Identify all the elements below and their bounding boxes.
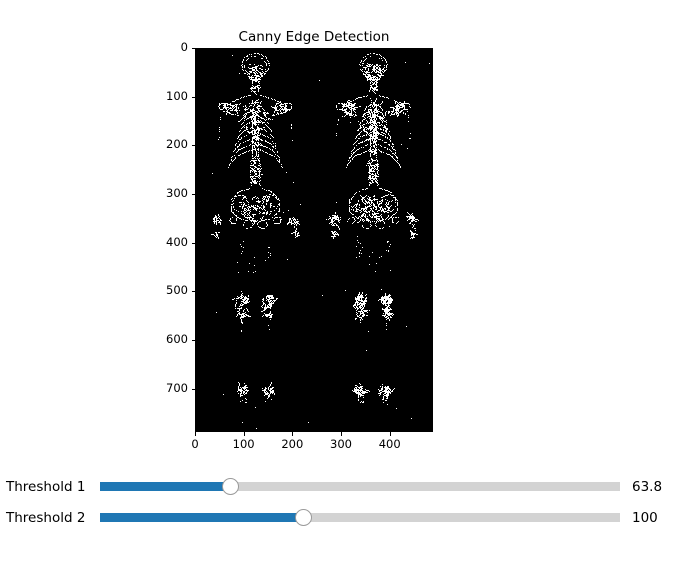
- page-title: Canny Edge Detection: [238, 29, 390, 45]
- x-tick-label: 100: [232, 437, 255, 451]
- slider-track-threshold-2[interactable]: [100, 508, 620, 526]
- y-tick-mark: [191, 194, 195, 195]
- x-tick-label: 400: [378, 437, 401, 451]
- y-tick-label: 0: [180, 40, 188, 54]
- y-tick-mark: [191, 145, 195, 147]
- x-tick-label: 300: [330, 437, 352, 451]
- slider-row-threshold-2: Threshold 2 100: [0, 505, 675, 531]
- slider-handle-threshold-2[interactable]: [295, 508, 313, 526]
- y-tick-mark: [191, 96, 195, 98]
- slider-fill-threshold-2: [100, 513, 304, 522]
- slider-fill-threshold-1: [100, 482, 231, 491]
- x-tick-mark: [341, 432, 342, 436]
- y-tick-label: 700: [166, 380, 188, 395]
- x-tick-mark: [243, 432, 245, 436]
- slider-row-threshold-1: Threshold 1 63.8: [0, 474, 675, 500]
- y-tick-label: 400: [166, 234, 188, 249]
- x-tick-mark: [195, 432, 196, 436]
- y-tick-label: 300: [166, 186, 188, 200]
- y-tick-mark: [191, 388, 195, 390]
- slider-value-threshold-2: 100: [632, 510, 658, 526]
- edge-detection-image[interactable]: [195, 48, 433, 432]
- x-tick-mark: [292, 432, 294, 436]
- y-tick-mark: [191, 340, 195, 341]
- x-tick-label: 200: [281, 437, 304, 451]
- slider-label-threshold-2: Threshold 2: [6, 510, 86, 526]
- x-tick-mark: [389, 432, 391, 436]
- matplotlib-figure: Canny Edge Detection 0 100 200 300 400 500 600…: [0, 0, 675, 470]
- y-tick-mark: [191, 291, 195, 293]
- y-tick-label: 600: [166, 332, 188, 346]
- slider-panel: Threshold 1 63.8 Threshold 2 100: [0, 470, 675, 568]
- y-tick-label: 200: [166, 137, 188, 152]
- y-tick-mark: [191, 242, 195, 244]
- slider-label-threshold-1: Threshold 1: [6, 479, 86, 495]
- y-tick-mark: [191, 48, 195, 49]
- y-tick-label: 100: [166, 88, 188, 103]
- x-tick-label: 0: [191, 437, 199, 451]
- slider-handle-threshold-1[interactable]: [221, 477, 239, 495]
- slider-track-threshold-1[interactable]: [100, 477, 620, 495]
- slider-value-threshold-1: 63.8: [632, 479, 663, 495]
- edge-map-canvas: [195, 48, 433, 432]
- y-tick-label: 500: [166, 283, 188, 298]
